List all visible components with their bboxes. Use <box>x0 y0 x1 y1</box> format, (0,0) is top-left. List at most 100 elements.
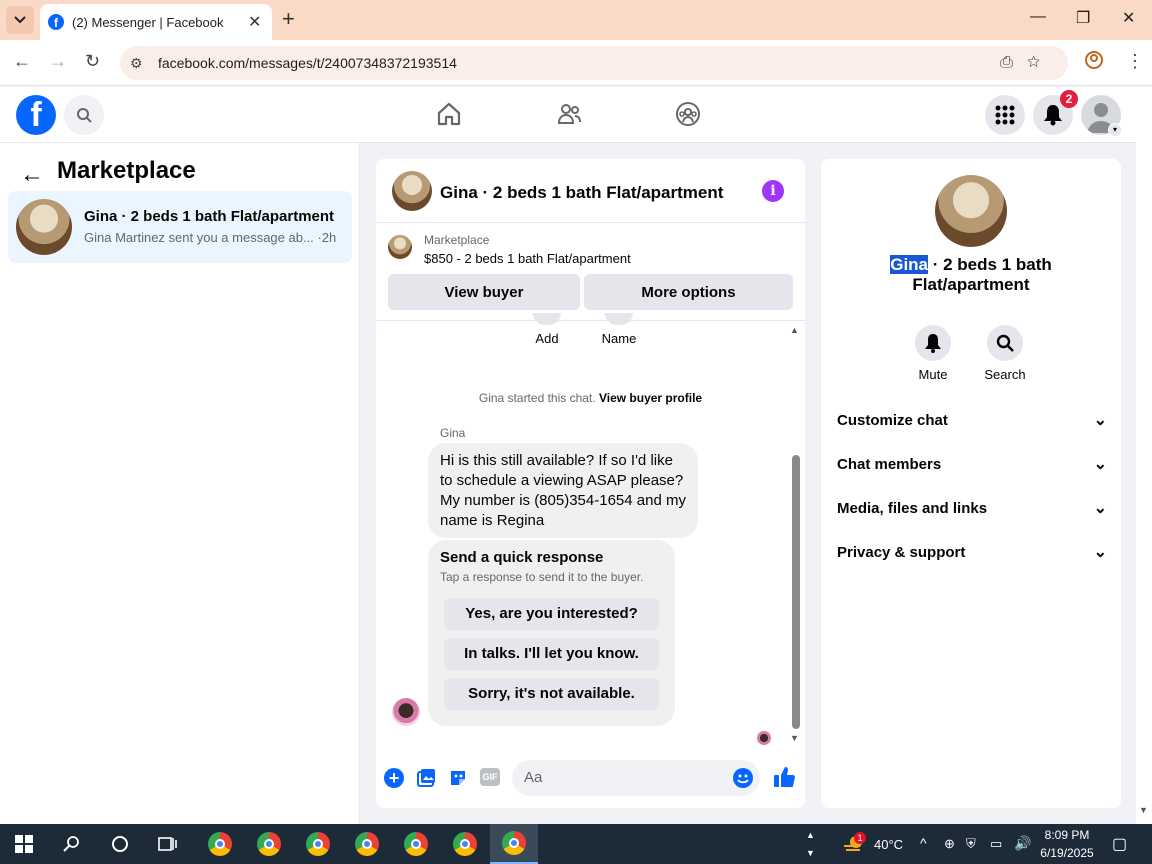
quick-response-button[interactable]: Sorry, it's not available. <box>444 678 659 710</box>
facebook-logo-icon[interactable]: f <box>16 95 56 135</box>
customize-chat-section[interactable]: Customize chat ⌄ <box>837 412 1107 436</box>
tray-app-icon[interactable]: ⊕ <box>944 836 955 852</box>
maximize-button[interactable]: ❐ <box>1076 8 1090 28</box>
plus-icon[interactable]: + <box>384 768 404 788</box>
privacy-support-section[interactable]: Privacy & support ⌄ <box>837 544 1107 568</box>
chrome-taskbar-icon[interactable] <box>343 824 391 864</box>
chrome-taskbar-icon[interactable] <box>392 824 440 864</box>
back-icon[interactable]: ← <box>13 51 31 72</box>
info-icon[interactable]: i <box>762 180 784 202</box>
weather-icon[interactable]: 1 <box>842 832 866 854</box>
like-thumb-icon[interactable] <box>772 765 796 794</box>
task-view-button[interactable] <box>144 824 192 864</box>
view-buyer-button[interactable]: View buyer <box>388 274 580 310</box>
section-label: Privacy & support <box>837 544 966 561</box>
close-tab-icon[interactable]: ✕ <box>248 12 261 32</box>
gif-icon[interactable]: GIF <box>480 768 500 786</box>
tab-search-dropdown[interactable] <box>6 6 34 34</box>
view-buyer-profile-link[interactable]: View buyer profile <box>599 391 702 405</box>
page-scrollbar[interactable]: ▼ <box>1136 87 1152 824</box>
tray-security-icon[interactable]: ⛨ <box>966 836 976 852</box>
temperature-text: 40°C <box>874 837 904 852</box>
marketplace-sidebar: ← Marketplace Gina · 2 beds 1 bath Flat/… <box>0 143 360 824</box>
mute-action[interactable]: Mute <box>898 325 968 382</box>
facebook-header: f 2 ▾ <box>0 87 1136 143</box>
site-settings-icon[interactable]: ⚙ <box>130 55 148 71</box>
chat-avatar[interactable] <box>392 171 432 211</box>
groups-icon[interactable] <box>675 101 703 129</box>
start-button[interactable] <box>0 824 48 864</box>
show-hidden-icons-chevron-icon[interactable]: ^ <box>920 835 927 851</box>
buyer-avatar[interactable] <box>392 698 420 726</box>
search-in-chat-button[interactable] <box>987 325 1023 361</box>
close-window-button[interactable]: ✕ <box>1122 8 1135 28</box>
new-tab-button[interactable]: + <box>282 8 295 30</box>
quick-response-button[interactable]: In talks. I'll let you know. <box>444 638 659 670</box>
reload-icon[interactable]: ↻ <box>85 51 100 72</box>
chat-members-section[interactable]: Chat members ⌄ <box>837 456 1107 480</box>
grid-icon <box>995 105 1015 125</box>
bookmark-star-icon[interactable]: ☆ <box>1027 54 1054 71</box>
cortana-circle-icon <box>112 836 128 852</box>
home-icon[interactable] <box>436 101 464 129</box>
title-highlighted-text: Gina <box>890 255 929 274</box>
forward-icon[interactable]: → <box>49 51 67 72</box>
taskbar-scroll-arrows[interactable]: ▲ ▼ <box>806 826 815 862</box>
taskbar-search-button[interactable] <box>48 824 96 864</box>
name-button-partial[interactable] <box>605 313 633 325</box>
notification-badge: 2 <box>1060 90 1078 108</box>
account-chevron-icon[interactable]: ▾ <box>1108 123 1122 137</box>
emoji-icon[interactable] <box>733 768 753 788</box>
more-options-button[interactable]: More options <box>584 274 793 310</box>
page-scroll-down-arrow[interactable]: ▼ <box>1139 805 1148 815</box>
quick-response-button[interactable]: Yes, are you interested? <box>444 598 659 630</box>
section-label: Media, files and links <box>837 500 988 517</box>
chevron-down-icon: ⌄ <box>1093 500 1107 517</box>
cortana-button[interactable] <box>96 824 144 864</box>
sticker-icon[interactable] <box>448 768 468 793</box>
add-label: Add <box>535 331 559 346</box>
install-app-icon[interactable]: ⎙ <box>1000 54 1027 71</box>
clock-time[interactable]: 8:09 PM <box>1038 828 1096 842</box>
omnibox-actions: ⎙☆ <box>1000 54 1054 72</box>
chrome-taskbar-icon[interactable] <box>196 824 244 864</box>
menu-grid-button[interactable] <box>985 95 1025 135</box>
listing-price[interactable]: $850 - 2 beds 1 bath Flat/apartment <box>424 251 631 266</box>
browser-tab-bar: f (2) Messenger | Facebook ✕ + — ❐ ✕ <box>0 0 1152 40</box>
conversation-item[interactable]: Gina · 2 beds 1 bath Flat/apartment Gina… <box>8 191 352 263</box>
facebook-search-button[interactable] <box>64 95 104 135</box>
notification-center-icon[interactable]: ▢ <box>1112 834 1127 854</box>
task-view-icon <box>158 837 177 851</box>
add-button-partial[interactable] <box>533 313 561 325</box>
message-composer: + GIF Aa <box>376 753 805 807</box>
listing-category: Marketplace <box>424 233 490 247</box>
scroll-up-arrow[interactable]: ▲ <box>790 325 799 335</box>
chrome-taskbar-icon[interactable] <box>245 824 293 864</box>
listing-profile-picture[interactable] <box>935 175 1007 247</box>
minimize-button[interactable]: — <box>1030 8 1046 26</box>
chrome-taskbar-icon-active[interactable] <box>490 824 538 864</box>
profile-icon[interactable] <box>1084 50 1104 75</box>
browser-menu-icon[interactable]: ⋮ <box>1126 51 1144 72</box>
message-text: Hi is this still available? If so I'd li… <box>440 452 686 529</box>
message-scrollbar-thumb[interactable] <box>792 455 800 729</box>
bell-icon <box>1044 105 1062 126</box>
media-files-links-section[interactable]: Media, files and links ⌄ <box>837 500 1107 524</box>
clock-date[interactable]: 6/19/2025 <box>1038 846 1096 860</box>
omnibox[interactable]: ⚙ facebook.com/messages/t/24007348372193… <box>120 46 1068 80</box>
message-input[interactable]: Aa <box>512 760 760 796</box>
mute-button[interactable] <box>915 325 951 361</box>
message-bubble[interactable]: Hi is this still available? If so I'd li… <box>428 443 698 538</box>
volume-icon[interactable]: 🔊 <box>1014 835 1031 852</box>
quick-response-card: Send a quick response Tap a response to … <box>428 540 675 726</box>
back-arrow-icon[interactable]: ← <box>20 161 44 189</box>
scroll-down-arrow[interactable]: ▼ <box>790 733 799 743</box>
chrome-taskbar-icon[interactable] <box>294 824 342 864</box>
chrome-taskbar-icon[interactable] <box>441 824 489 864</box>
chat-title[interactable]: Gina · 2 beds 1 bath Flat/apartment <box>440 183 723 203</box>
browser-tab[interactable]: f (2) Messenger | Facebook ✕ <box>40 4 272 40</box>
photo-icon[interactable] <box>416 768 436 793</box>
network-icon[interactable]: ▭ <box>990 836 1002 852</box>
search-action[interactable]: Search <box>970 325 1040 382</box>
friends-icon[interactable] <box>556 101 584 129</box>
